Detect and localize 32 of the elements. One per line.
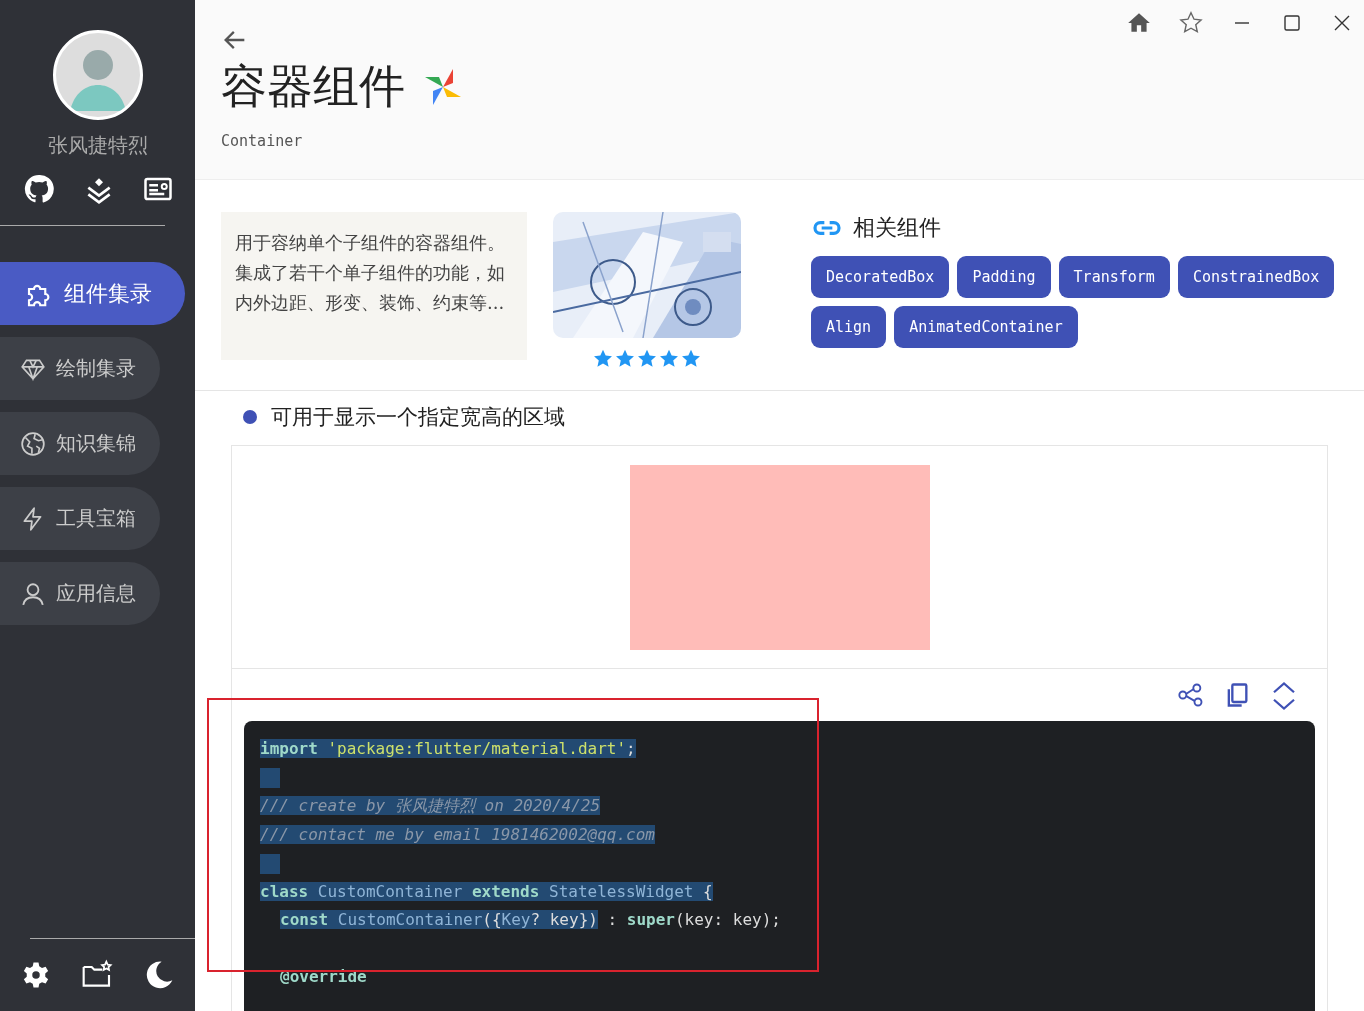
component-chip[interactable]: AnimatedContainer [894,306,1078,348]
component-chip[interactable]: Padding [957,256,1051,298]
github-icon[interactable] [22,173,55,205]
star-icon [614,348,636,370]
related-title: 相关组件 [853,214,941,242]
component-chip[interactable]: ConstrainedBox [1177,256,1335,298]
code-line: import 'package:flutter/material.dart'; [260,738,636,760]
globe-icon [20,430,46,457]
component-chip[interactable]: Transform [1058,256,1170,298]
code-line: @override [279,966,367,988]
nav-item[interactable]: 组件集录 [0,262,185,325]
page-title: 容器组件 [221,58,405,115]
nav-item[interactable]: 知识集锦 [0,412,160,475]
component-chip[interactable]: DecoratedBox [811,256,950,298]
star-icon [658,348,680,370]
description-card: 用于容纳单个子组件的容器组件。集成了若干个单子组件的功能，如内外边距、形变、装饰、约束等... [221,212,527,360]
code-line: const CustomContainer({Key? key}) : super(key: key); [279,909,781,931]
person-icon [20,580,46,607]
star-icon [636,348,658,370]
star-icon[interactable] [1178,10,1204,36]
page-subtitle: Container [221,132,304,150]
nav-item[interactable]: 绘制集录 [0,337,160,400]
component-chip[interactable]: Align [811,306,887,348]
user-name: 张风捷特烈 [47,132,148,159]
star-icon [680,348,702,370]
nav-item[interactable]: 工具宝箱 [0,487,160,550]
star-icon [592,348,614,370]
nav-item[interactable]: 应用信息 [0,562,160,625]
code-line: class CustomContainer extends StatelessWidget { [260,880,713,903]
share-icon[interactable] [1177,681,1205,709]
section-title: 可用于显示一个指定宽高的区域 [271,404,565,431]
bullet-icon [243,410,257,424]
